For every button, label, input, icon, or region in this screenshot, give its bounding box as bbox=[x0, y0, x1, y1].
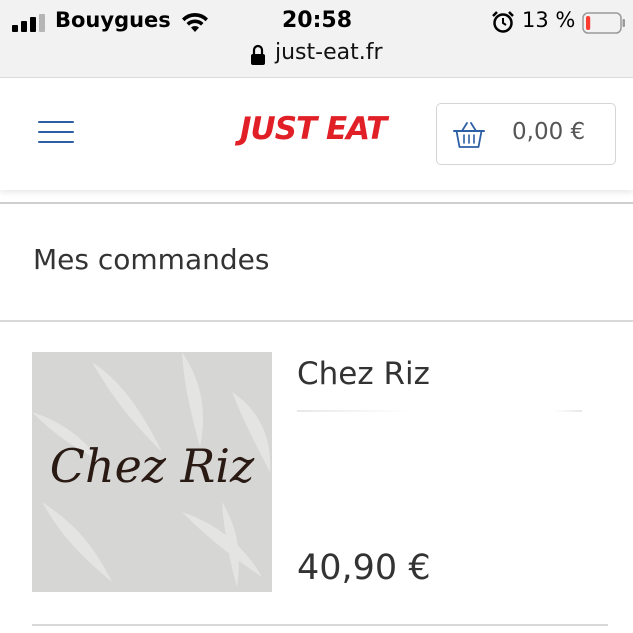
order-price: 40,90 € bbox=[297, 548, 431, 588]
restaurant-logo-text: Chez Riz bbox=[50, 439, 255, 493]
page-title: Mes commandes bbox=[33, 243, 270, 276]
bamboo-leaves-illustration: Chez Riz bbox=[32, 352, 272, 592]
cart-button[interactable]: 0,00 € bbox=[436, 103, 616, 165]
divider bbox=[0, 202, 633, 204]
battery-icon bbox=[582, 12, 625, 34]
order-card[interactable]: Chez Riz Chez Riz 40,90 € bbox=[32, 352, 608, 592]
site-header: JUST EAT 0,00 € bbox=[0, 78, 633, 190]
divider bbox=[32, 624, 608, 626]
signal-icon bbox=[12, 14, 45, 32]
just-eat-logo[interactable]: JUST EAT bbox=[240, 111, 387, 147]
restaurant-logo: Chez Riz bbox=[32, 352, 272, 592]
wifi-icon bbox=[182, 12, 208, 32]
cart-total: 0,00 € bbox=[512, 119, 586, 145]
lock-icon bbox=[251, 44, 265, 65]
url-text: just-eat.fr bbox=[275, 40, 383, 65]
status-bar: Bouygues 20:58 13 % just-eat.fr bbox=[0, 0, 633, 78]
clock-time: 20:58 bbox=[282, 8, 353, 33]
restaurant-name: Chez Riz bbox=[297, 356, 430, 392]
alarm-icon bbox=[492, 11, 514, 33]
menu-icon[interactable] bbox=[38, 121, 74, 145]
basket-icon bbox=[453, 122, 485, 148]
carrier-name: Bouygues bbox=[55, 8, 171, 32]
battery-percentage: 13 % bbox=[522, 8, 576, 32]
address-bar[interactable]: just-eat.fr bbox=[0, 40, 633, 72]
order-details-placeholder bbox=[297, 410, 582, 412]
divider bbox=[0, 320, 633, 322]
